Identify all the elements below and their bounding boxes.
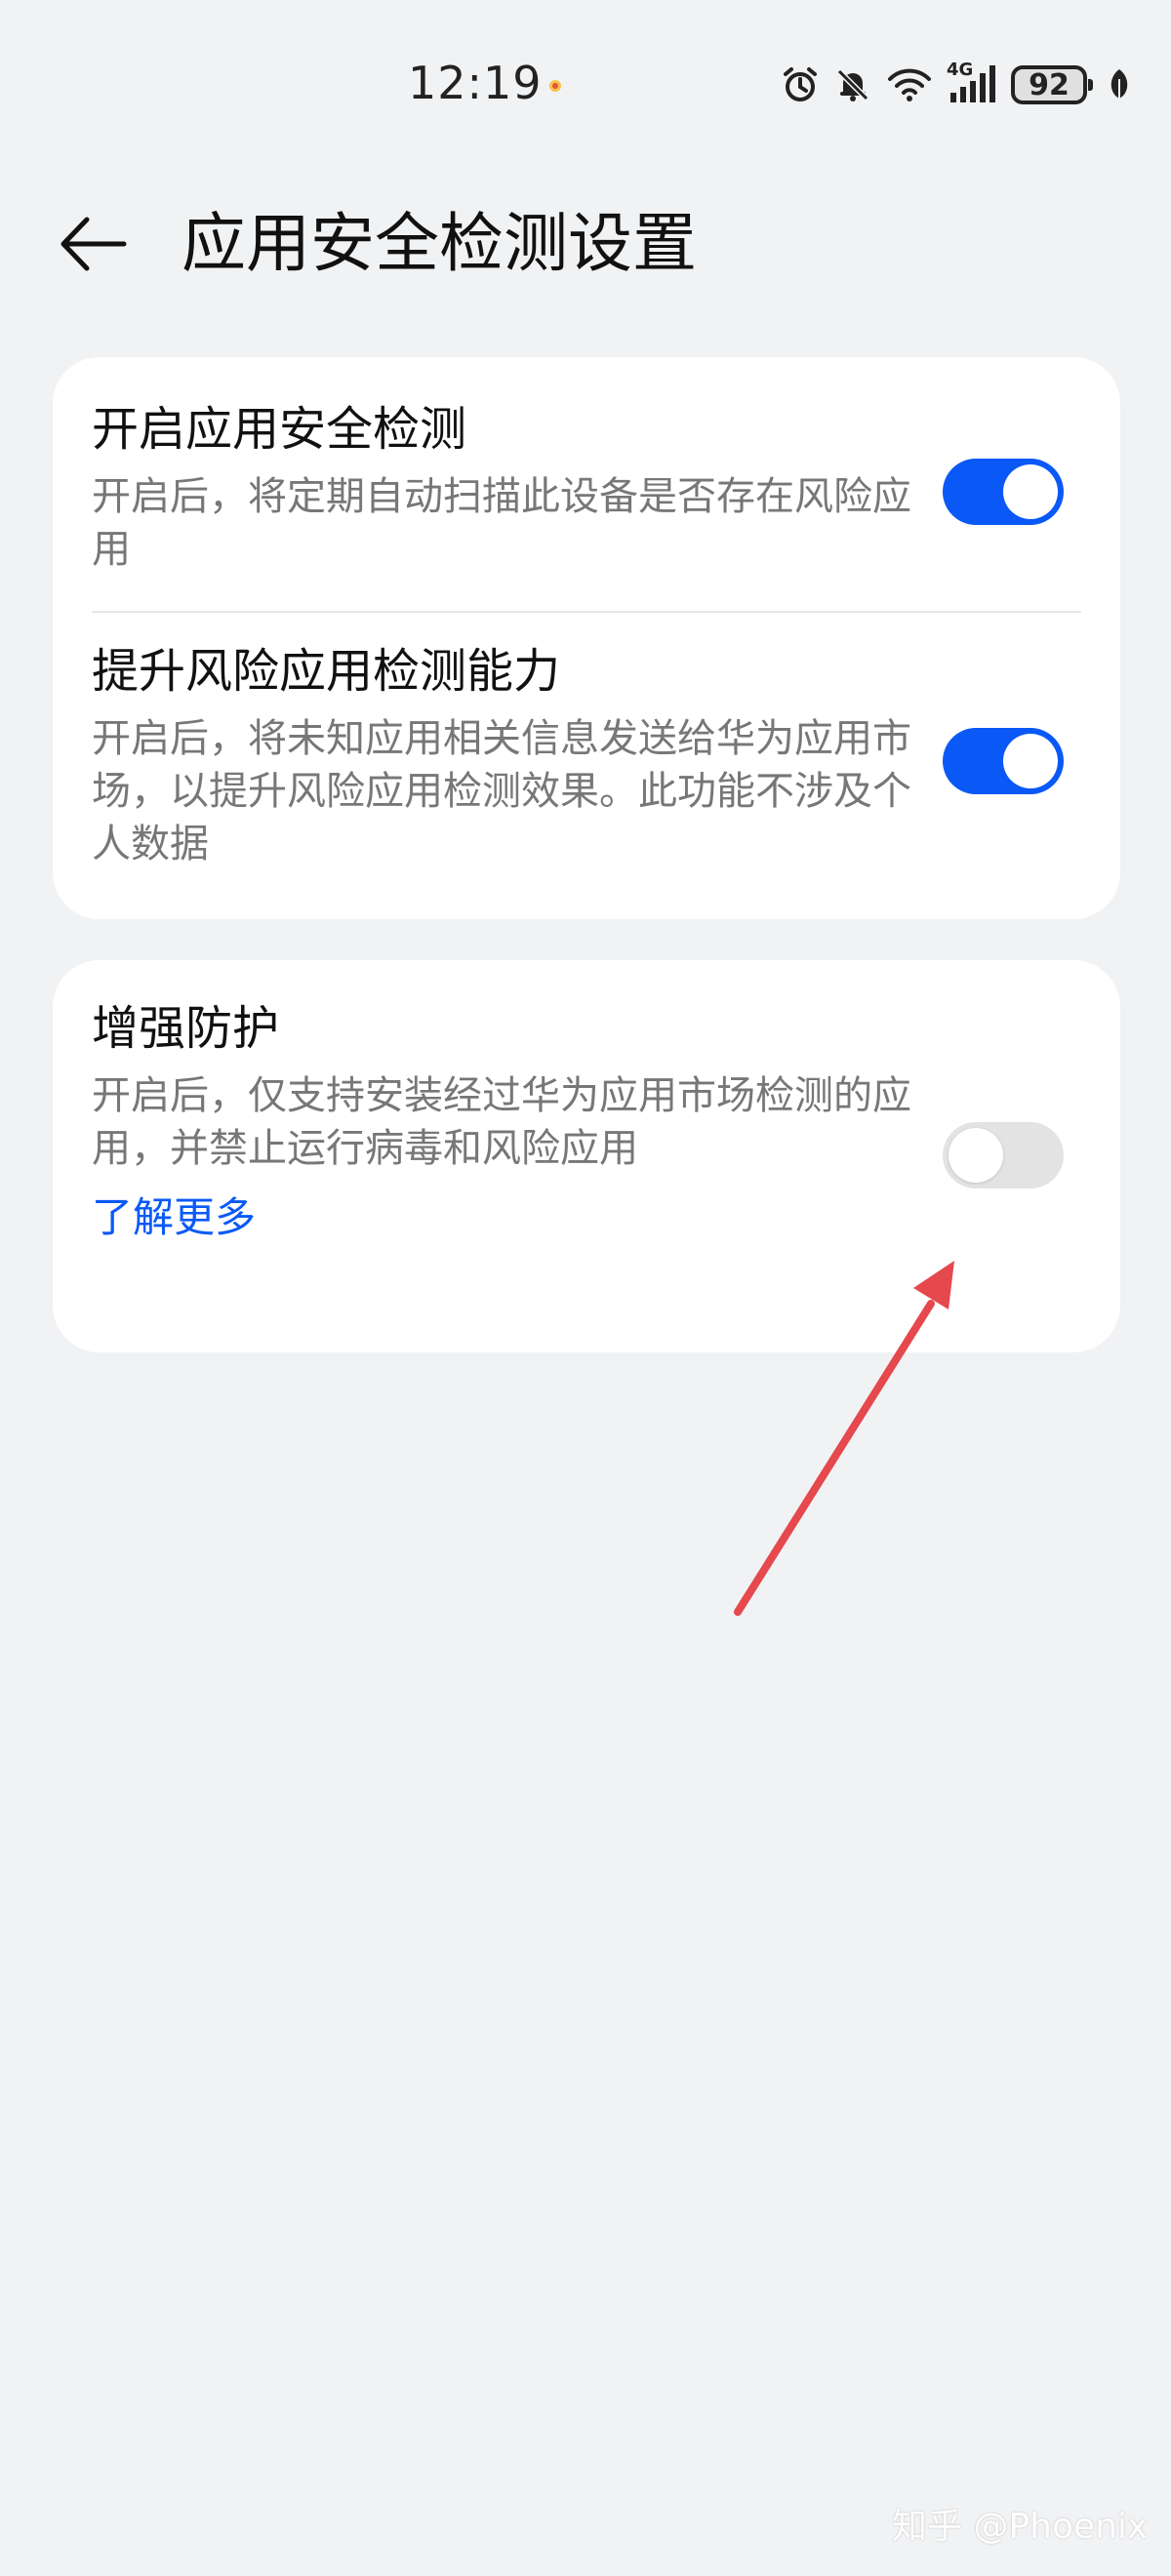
watermark: 知乎 @Phoenix bbox=[892, 2507, 1149, 2547]
annotation-arrow-icon bbox=[734, 1261, 954, 1616]
